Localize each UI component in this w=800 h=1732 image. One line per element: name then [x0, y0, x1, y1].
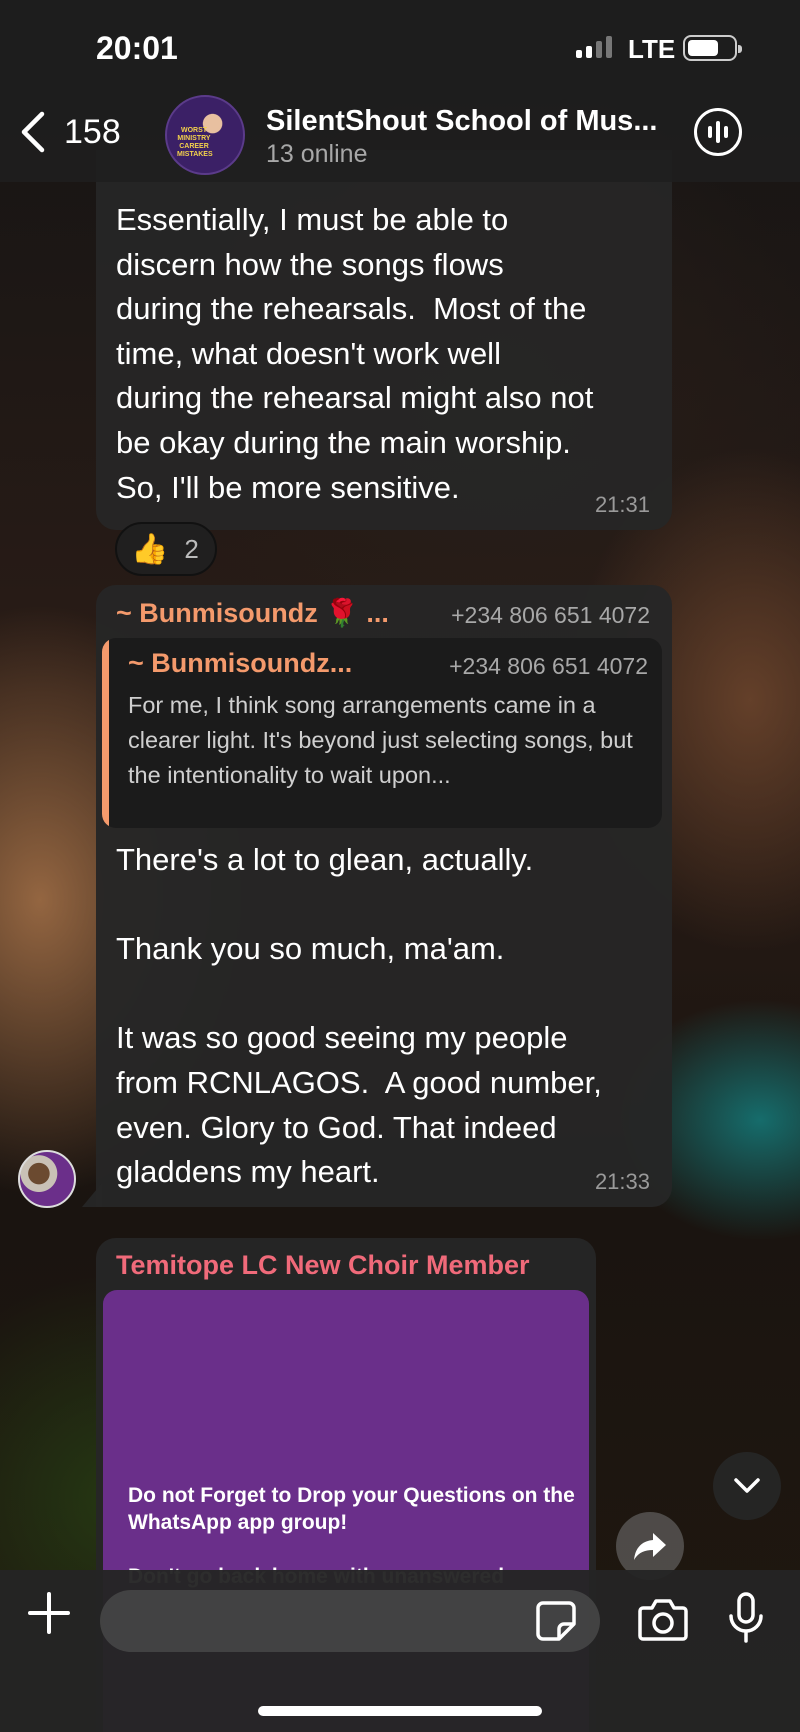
quoted-phone: +234 806 651 4072 [449, 653, 648, 679]
microphone-icon[interactable] [728, 1592, 764, 1644]
online-count: 13 online [266, 140, 368, 168]
unread-count: 158 [64, 112, 121, 151]
group-avatar[interactable]: WORST MINISTRY CAREER MISTAKES [165, 95, 245, 175]
sender-name-text: ~ Bunmisoundz [116, 598, 318, 628]
status-bar: 20:01 LTE [0, 0, 800, 90]
chevron-down-icon [734, 1478, 760, 1493]
composer-bar [0, 1570, 800, 1732]
message-bubble[interactable]: ~ Bunmisoundz 🌹 ... +234 806 651 4072 ~ … [96, 585, 672, 1207]
message-bubble[interactable]: Essentially, I must be able to discern h… [96, 150, 672, 530]
back-button[interactable]: 158 [18, 110, 121, 154]
message-input[interactable] [100, 1590, 600, 1652]
quoted-text: For me, I think song arrangements came i… [128, 692, 633, 788]
rose-icon: 🌹 [325, 598, 359, 628]
forward-icon [634, 1533, 666, 1560]
home-indicator[interactable] [258, 1706, 542, 1716]
message-text: There's a lot to glean, actually. Thank … [116, 842, 602, 1190]
chevron-left-icon [21, 111, 45, 153]
message-text: Essentially, I must be able to discern h… [116, 202, 594, 505]
message-time: 21:33 [594, 1169, 650, 1194]
signal-icon [576, 36, 612, 58]
sticker-icon[interactable] [535, 1600, 577, 1642]
voice-chat-button[interactable] [694, 108, 742, 156]
battery-icon [683, 35, 742, 61]
message-time: 21:31 [594, 492, 650, 517]
status-time: 20:01 [96, 30, 178, 66]
quote-bar [102, 638, 109, 828]
plus-icon[interactable] [26, 1590, 72, 1636]
group-avatar-text: WORST MINISTRY CAREER MISTAKES [177, 127, 213, 158]
quoted-message[interactable]: ~ Bunmisoundz... +234 806 651 4072 For m… [102, 638, 662, 828]
sender-name[interactable]: ~ Bunmisoundz 🌹 ... [116, 597, 389, 629]
sender-name[interactable]: Temitope LC New Choir Member [116, 1250, 530, 1281]
network-type: LTE [628, 34, 676, 64]
sender-avatar[interactable] [18, 1150, 76, 1208]
reaction-count: 2 [184, 533, 199, 564]
reaction-chip[interactable]: 👍 2 [115, 522, 217, 576]
chat-header: 158 WORST MINISTRY CAREER MISTAKES Silen… [0, 90, 800, 182]
group-title[interactable]: SilentShout School of Mus... [266, 105, 658, 138]
scroll-down-button[interactable] [713, 1452, 781, 1520]
quoted-sender: ~ Bunmisoundz... [128, 648, 353, 678]
thumbs-up-icon: 👍 [131, 532, 169, 566]
sender-ellipsis: ... [366, 598, 389, 628]
camera-icon[interactable] [638, 1596, 688, 1642]
sender-phone: +234 806 651 4072 [451, 602, 650, 628]
